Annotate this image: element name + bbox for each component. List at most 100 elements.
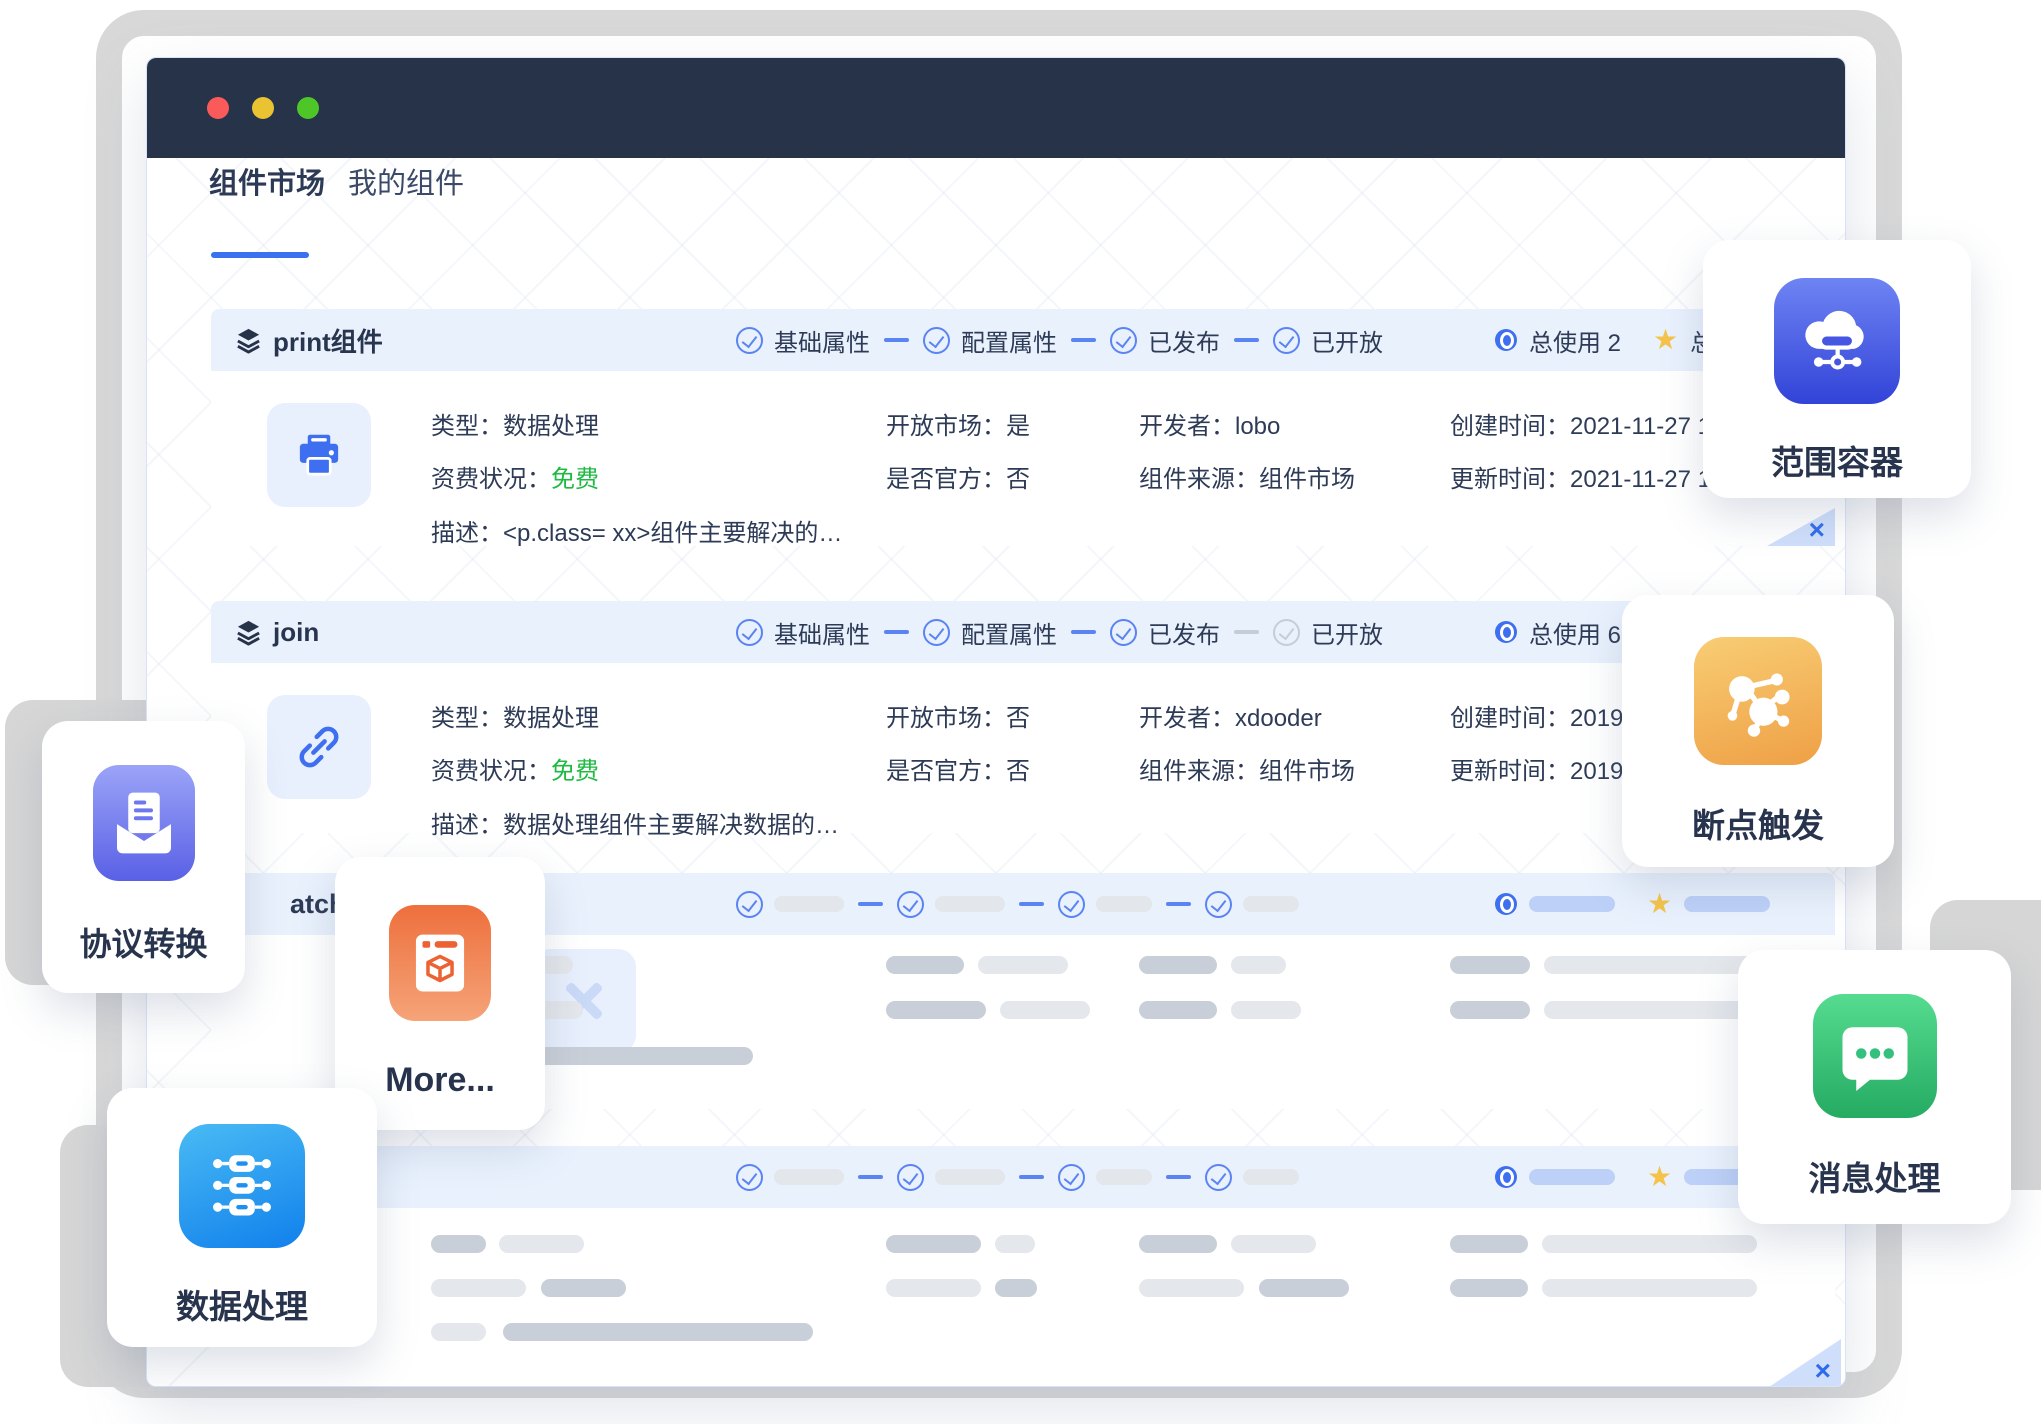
tab-my-components[interactable]: 我的组件 bbox=[348, 160, 464, 202]
placeholder-pill bbox=[1450, 1001, 1530, 1019]
printer-icon bbox=[292, 428, 346, 482]
step-check-icon bbox=[1110, 619, 1137, 646]
maximize-traffic-light-icon[interactable] bbox=[297, 97, 319, 119]
step-check-icon bbox=[1273, 327, 1300, 354]
field-value: 数据处理组件主要解决数据的… bbox=[503, 812, 839, 839]
step-check-icon bbox=[1058, 891, 1085, 918]
placeholder-pill bbox=[774, 896, 844, 912]
card-header: ★ bbox=[211, 1146, 1835, 1208]
float-card-message-processing[interactable]: 消息处理 bbox=[1738, 950, 2011, 1224]
usage-icon bbox=[1495, 621, 1517, 643]
step-connector bbox=[1071, 630, 1096, 634]
field-value: 否 bbox=[1006, 466, 1030, 493]
step-check-icon bbox=[897, 1164, 924, 1191]
placeholder-pill bbox=[935, 896, 1005, 912]
card-corner-close[interactable]: × bbox=[1767, 508, 1835, 546]
placeholder-pill bbox=[1529, 1169, 1615, 1185]
placeholder-pill bbox=[886, 1279, 981, 1297]
field-label: 资费状况： bbox=[431, 466, 551, 493]
close-icon: × bbox=[1815, 1357, 1831, 1385]
usage-icon bbox=[1495, 1166, 1517, 1188]
step-check-icon bbox=[923, 327, 950, 354]
star-icon: ★ bbox=[1653, 326, 1678, 354]
placeholder-pill bbox=[886, 956, 964, 974]
card-stats: 总使用 2 ★ 总评 bbox=[1495, 323, 1738, 358]
field-label: 类型： bbox=[431, 705, 503, 732]
step-connector bbox=[858, 1175, 883, 1179]
star-icon: ★ bbox=[1647, 890, 1672, 918]
placeholder-pill bbox=[1243, 896, 1299, 912]
field-label: 开放市场： bbox=[886, 705, 1006, 732]
step-label: 基础属性 bbox=[774, 615, 870, 650]
field-value: <p.class= xx>组件主要解决的… bbox=[503, 520, 842, 547]
card-body: 类型：数据处理 资费状况：免费 描述：<p.class= xx>组件主要解决的…… bbox=[211, 371, 1835, 546]
float-card-label: 消息处理 bbox=[1809, 1152, 1941, 1200]
field-value: 否 bbox=[1006, 758, 1030, 785]
step-check-icon bbox=[1058, 1164, 1085, 1191]
placeholder-pill bbox=[995, 1235, 1035, 1253]
field-label: 更新时间： bbox=[1450, 758, 1570, 785]
placeholder-pill bbox=[1096, 896, 1152, 912]
placeholder-pill bbox=[1000, 1001, 1090, 1019]
step-label: 基础属性 bbox=[774, 323, 870, 358]
minimize-traffic-light-icon[interactable] bbox=[252, 97, 274, 119]
field-value: 组件市场 bbox=[1259, 466, 1355, 493]
app-window: 组件市场 我的组件 print组件 基础属性 配置属性 已发布 已开放 bbox=[146, 57, 1846, 1387]
card-body: 类型：数据处理 资费状况：免费 描述：数据处理组件主要解决数据的… 开放市场：否… bbox=[211, 663, 1835, 833]
float-card-data-processing[interactable]: 数据处理 bbox=[107, 1088, 377, 1347]
card-body bbox=[211, 1208, 1835, 1387]
tab-label: 组件市场 bbox=[209, 168, 325, 200]
placeholder-pill bbox=[431, 1235, 486, 1253]
placeholder-pill bbox=[1139, 956, 1217, 974]
field-value: 数据处理 bbox=[503, 413, 599, 440]
tab-component-market[interactable]: 组件市场 bbox=[209, 160, 325, 202]
step-label: 已发布 bbox=[1148, 615, 1220, 650]
active-tab-underline bbox=[211, 252, 309, 258]
link-icon bbox=[292, 720, 346, 774]
field-label: 组件来源： bbox=[1139, 758, 1259, 785]
placeholder-pill bbox=[1542, 1279, 1757, 1297]
field-label: 创建时间： bbox=[1450, 413, 1570, 440]
usage-count: 总使用 2 bbox=[1529, 323, 1621, 358]
placeholder-pill bbox=[1542, 1235, 1757, 1253]
field-label: 创建时间： bbox=[1450, 705, 1570, 732]
field-value: xdooder bbox=[1235, 705, 1322, 732]
usage-icon bbox=[1495, 329, 1517, 351]
star-icon: ★ bbox=[1647, 1163, 1672, 1191]
field-value: 数据处理 bbox=[503, 705, 599, 732]
component-card-skeleton[interactable]: ★ bbox=[211, 1146, 1835, 1387]
component-card-print[interactable]: print组件 基础属性 配置属性 已发布 已开放 总使用 2 ★ 总评 bbox=[211, 309, 1835, 546]
float-card-protocol-conversion[interactable]: 协议转换 bbox=[42, 721, 245, 993]
step-label: 已开放 bbox=[1311, 323, 1383, 358]
placeholder-pill bbox=[1684, 896, 1770, 912]
progress-steps bbox=[736, 891, 1299, 918]
field-label: 是否官方： bbox=[886, 758, 1006, 785]
placeholder-pill bbox=[1231, 956, 1286, 974]
progress-steps: 基础属性 配置属性 已发布 已开放 bbox=[736, 615, 1383, 650]
placeholder-pill bbox=[1096, 1169, 1152, 1185]
placeholder-pill bbox=[978, 956, 1068, 974]
card-header: print组件 基础属性 配置属性 已发布 已开放 总使用 2 ★ 总评 bbox=[211, 309, 1835, 371]
step-connector bbox=[1234, 630, 1259, 634]
close-traffic-light-icon[interactable] bbox=[207, 97, 229, 119]
float-card-more[interactable]: More... bbox=[335, 857, 545, 1130]
step-connector bbox=[884, 630, 909, 634]
placeholder-pill bbox=[774, 1169, 844, 1185]
float-card-label: 范围容器 bbox=[1771, 436, 1903, 484]
usage-icon bbox=[1495, 893, 1517, 915]
window-titlebar bbox=[147, 58, 1845, 158]
float-card-label: 数据处理 bbox=[176, 1280, 308, 1328]
step-check-icon bbox=[897, 891, 924, 918]
placeholder-pill bbox=[886, 1001, 986, 1019]
placeholder-pill bbox=[1450, 1279, 1528, 1297]
field-value: lobo bbox=[1235, 413, 1280, 440]
placeholder-pill bbox=[995, 1279, 1037, 1297]
close-icon: × bbox=[1809, 516, 1825, 544]
chat-bubble-icon bbox=[1813, 994, 1937, 1118]
step-connector bbox=[884, 338, 909, 342]
step-connector bbox=[1019, 1175, 1044, 1179]
card-stats: ★ bbox=[1495, 1163, 1770, 1191]
float-card-breakpoint-trigger[interactable]: 断点触发 bbox=[1622, 595, 1894, 867]
float-card-range-container[interactable]: 范围容器 bbox=[1703, 240, 1971, 498]
component-card-join[interactable]: join 基础属性 配置属性 已发布 已开放 总使用 6 bbox=[211, 601, 1835, 833]
